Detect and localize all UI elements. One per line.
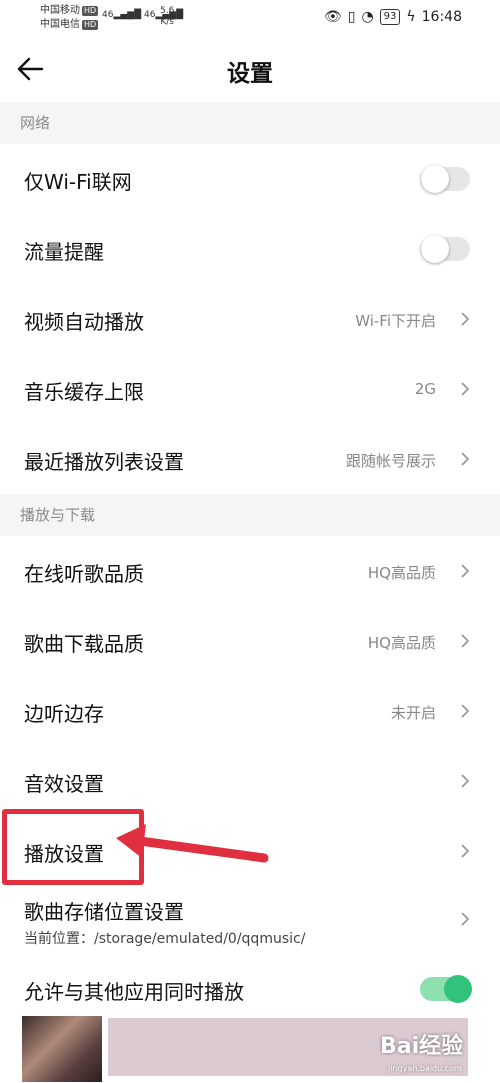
album-art-thumbnail[interactable] [22, 1016, 102, 1082]
watermark-logo: Bai经验 jingyan.baidu.com [380, 1034, 464, 1073]
annotation-arrow-icon [116, 824, 269, 863]
